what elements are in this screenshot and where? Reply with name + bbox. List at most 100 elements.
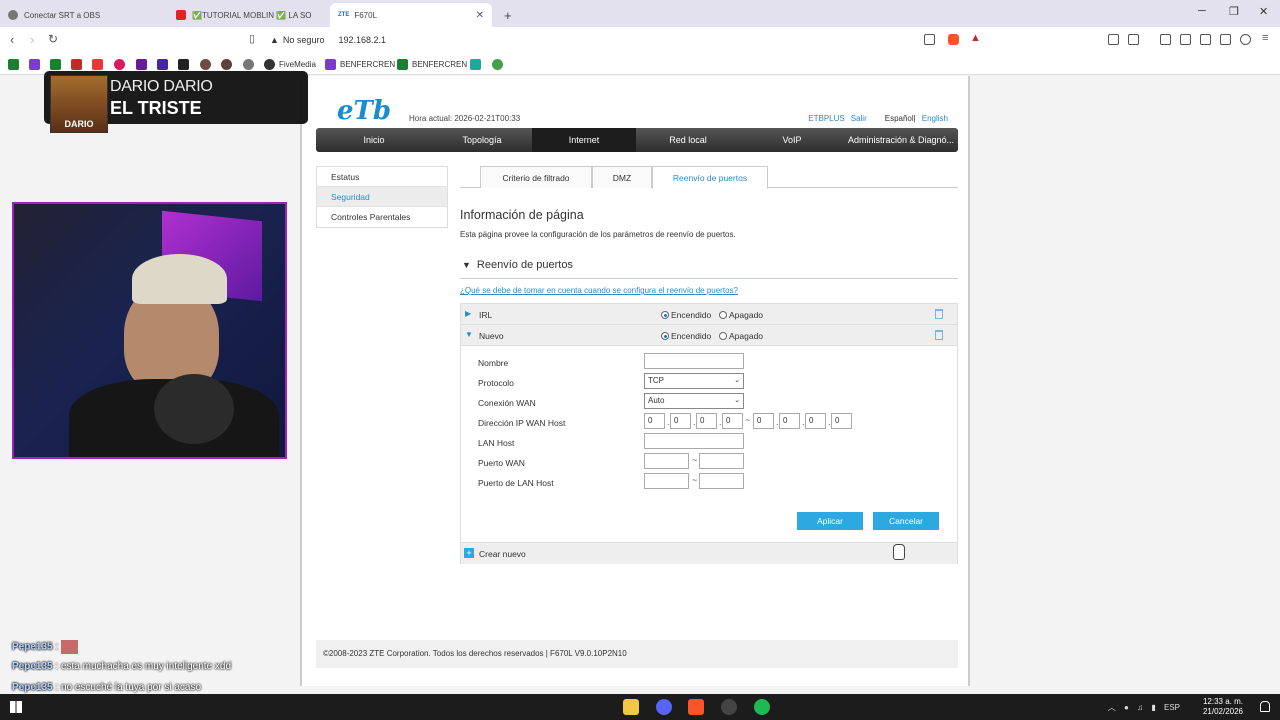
tray-chevron-icon[interactable]: ︿ bbox=[1108, 703, 1116, 712]
help-link[interactable]: ¿Qué se debe de tomar en cuenta cuando s… bbox=[460, 286, 738, 295]
sidenav-seguridad[interactable]: Seguridad bbox=[317, 187, 447, 207]
spotify-icon[interactable] bbox=[754, 699, 770, 715]
tab-dmz[interactable]: DMZ bbox=[592, 166, 652, 188]
conexion-wan-select[interactable]: Auto ⌄ bbox=[644, 393, 744, 409]
brave-shield-icon[interactable] bbox=[948, 34, 959, 45]
ip-end-octet-4[interactable]: 0 bbox=[831, 413, 852, 429]
etbplus-link[interactable]: ETBPLUS bbox=[808, 114, 844, 123]
vpn-icon[interactable] bbox=[1240, 34, 1251, 45]
protocolo-select[interactable]: TCP ⌄ bbox=[644, 373, 744, 389]
menu-topologia[interactable]: Topología bbox=[432, 128, 532, 152]
bookmark-twitch-1[interactable] bbox=[29, 58, 44, 70]
bookmark-9[interactable] bbox=[178, 58, 193, 70]
bookmark-benfercren-kick[interactable]: BENFERCREN bbox=[397, 58, 467, 70]
expand-arrow-icon[interactable]: ▶ bbox=[465, 309, 471, 318]
bookmark-benfercren-twitch[interactable]: BENFERCREN bbox=[325, 58, 395, 70]
menu-red-local[interactable]: Red local bbox=[636, 128, 740, 152]
obs-icon[interactable] bbox=[721, 699, 737, 715]
clock[interactable]: 12:33 a. m. 21/02/2026 bbox=[1203, 697, 1243, 717]
nombre-input[interactable] bbox=[644, 353, 744, 369]
lan-host-input[interactable] bbox=[644, 433, 744, 449]
rule-row-nuevo[interactable]: ▼ Nuevo Encendido Apagado bbox=[461, 325, 957, 346]
puerto-lan-end-input[interactable] bbox=[699, 473, 744, 489]
bookmark-k-2[interactable] bbox=[50, 58, 65, 70]
url-field[interactable]: ▲ No seguro 192.168.2.1 bbox=[270, 31, 386, 49]
brave-icon[interactable] bbox=[688, 699, 704, 715]
plus-icon[interactable]: + bbox=[464, 548, 474, 558]
lang-espanol[interactable]: Español bbox=[885, 114, 914, 123]
wallet-icon[interactable] bbox=[1200, 34, 1211, 45]
radio-apagado[interactable]: Apagado bbox=[719, 331, 763, 341]
input-language[interactable]: ESP bbox=[1164, 703, 1180, 712]
close-window-icon[interactable]: ✕ bbox=[1259, 5, 1268, 18]
collapse-arrow-icon[interactable]: ▼ bbox=[465, 330, 473, 339]
bookmark-k-1[interactable] bbox=[8, 58, 23, 70]
share-icon[interactable] bbox=[924, 34, 935, 45]
ip-end-octet-3[interactable]: 0 bbox=[805, 413, 826, 429]
music-icon[interactable] bbox=[1160, 34, 1171, 45]
mic-icon[interactable]: ▮ bbox=[1151, 703, 1155, 712]
bookmark-7[interactable] bbox=[136, 58, 151, 70]
tab-reenvio-puertos[interactable]: Reenvío de puertos bbox=[652, 166, 768, 189]
bookmark-12[interactable] bbox=[243, 58, 258, 70]
screenshot-icon[interactable] bbox=[1128, 34, 1139, 45]
rule-row-irl[interactable]: ▶ IRL Encendido Apagado bbox=[461, 304, 957, 325]
aplicar-button[interactable]: Aplicar bbox=[797, 512, 863, 530]
radio-encendido[interactable]: Encendido bbox=[661, 310, 711, 320]
bookmark-11[interactable] bbox=[221, 58, 236, 70]
sidebar-icon[interactable] bbox=[1180, 34, 1191, 45]
radio-encendido[interactable]: Encendido bbox=[661, 331, 711, 341]
reload-icon[interactable]: ↻ bbox=[48, 32, 58, 46]
menu-inicio[interactable]: Inicio bbox=[316, 128, 432, 152]
bookmark-6[interactable] bbox=[114, 58, 129, 70]
windows-start-icon[interactable] bbox=[10, 701, 22, 713]
bookmark-icon[interactable]: ▯ bbox=[249, 32, 255, 45]
sidenav-controles-parentales[interactable]: Controles Parentales bbox=[317, 207, 447, 227]
notification-bell-icon[interactable] bbox=[1260, 701, 1270, 712]
bookmark-youtube[interactable] bbox=[92, 58, 107, 70]
menu-icon[interactable]: ≡ bbox=[1262, 32, 1268, 44]
tab-tutorial-moblin[interactable]: ✅TUTORIAL MOBLIN ✅ LA SOLUCIÓ bbox=[168, 3, 330, 27]
forward-icon[interactable]: › bbox=[30, 32, 34, 47]
ip-start-octet-1[interactable]: 0 bbox=[644, 413, 665, 429]
steam-icon[interactable]: ● bbox=[1124, 703, 1129, 712]
new-tab-button[interactable]: + bbox=[496, 3, 516, 27]
sidenav-estatus[interactable]: Estatus bbox=[317, 167, 447, 187]
file-explorer-icon[interactable] bbox=[623, 699, 639, 715]
crear-nuevo-row[interactable]: + Crear nuevo bbox=[461, 542, 957, 564]
lang-english[interactable]: English bbox=[922, 114, 948, 123]
ip-start-octet-3[interactable]: 0 bbox=[696, 413, 717, 429]
ip-end-octet-1[interactable]: 0 bbox=[753, 413, 774, 429]
restore-icon[interactable]: ❐ bbox=[1229, 5, 1239, 18]
tab-conectar-srt[interactable]: Conectar SRT a OBS bbox=[0, 3, 168, 27]
puerto-lan-start-input[interactable] bbox=[644, 473, 689, 489]
volume-icon[interactable]: ♫ bbox=[1137, 703, 1143, 712]
section-header[interactable]: ▼ Reenvío de puertos bbox=[460, 259, 958, 279]
bookmark-gmail[interactable] bbox=[71, 58, 86, 70]
trash-icon[interactable] bbox=[935, 330, 943, 340]
tab-f670l[interactable]: ZTE F670L ✕ bbox=[330, 3, 492, 27]
tab-criterio-filtrado[interactable]: Criterio de filtrado bbox=[480, 166, 592, 188]
puerto-wan-start-input[interactable] bbox=[644, 453, 689, 469]
back-icon[interactable]: ‹ bbox=[10, 32, 14, 47]
bookmark-fivemedia[interactable]: FiveMedia bbox=[264, 58, 316, 70]
ip-start-octet-2[interactable]: 0 bbox=[670, 413, 691, 429]
menu-voip[interactable]: VoIP bbox=[740, 128, 844, 152]
discord-icon[interactable] bbox=[656, 699, 672, 715]
extensions-icon[interactable] bbox=[1108, 34, 1119, 45]
menu-internet[interactable]: Internet bbox=[532, 128, 636, 152]
trash-icon[interactable] bbox=[935, 309, 943, 319]
menu-administracion[interactable]: Administración & Diagnó... bbox=[844, 128, 958, 152]
bookmark-15[interactable] bbox=[470, 58, 485, 70]
bookmark-16[interactable] bbox=[492, 58, 507, 70]
minimize-icon[interactable]: ─ bbox=[1198, 5, 1206, 17]
ip-start-octet-4[interactable]: 0 bbox=[722, 413, 743, 429]
rewards-icon[interactable]: ▲ bbox=[970, 32, 981, 44]
leo-ai-icon[interactable] bbox=[1220, 34, 1231, 45]
close-tab-icon[interactable]: ✕ bbox=[476, 10, 484, 21]
radio-apagado[interactable]: Apagado bbox=[719, 310, 763, 320]
puerto-wan-end-input[interactable] bbox=[699, 453, 744, 469]
ip-end-octet-2[interactable]: 0 bbox=[779, 413, 800, 429]
cancelar-button[interactable]: Cancelar bbox=[873, 512, 939, 530]
salir-link[interactable]: Salir bbox=[851, 114, 867, 123]
